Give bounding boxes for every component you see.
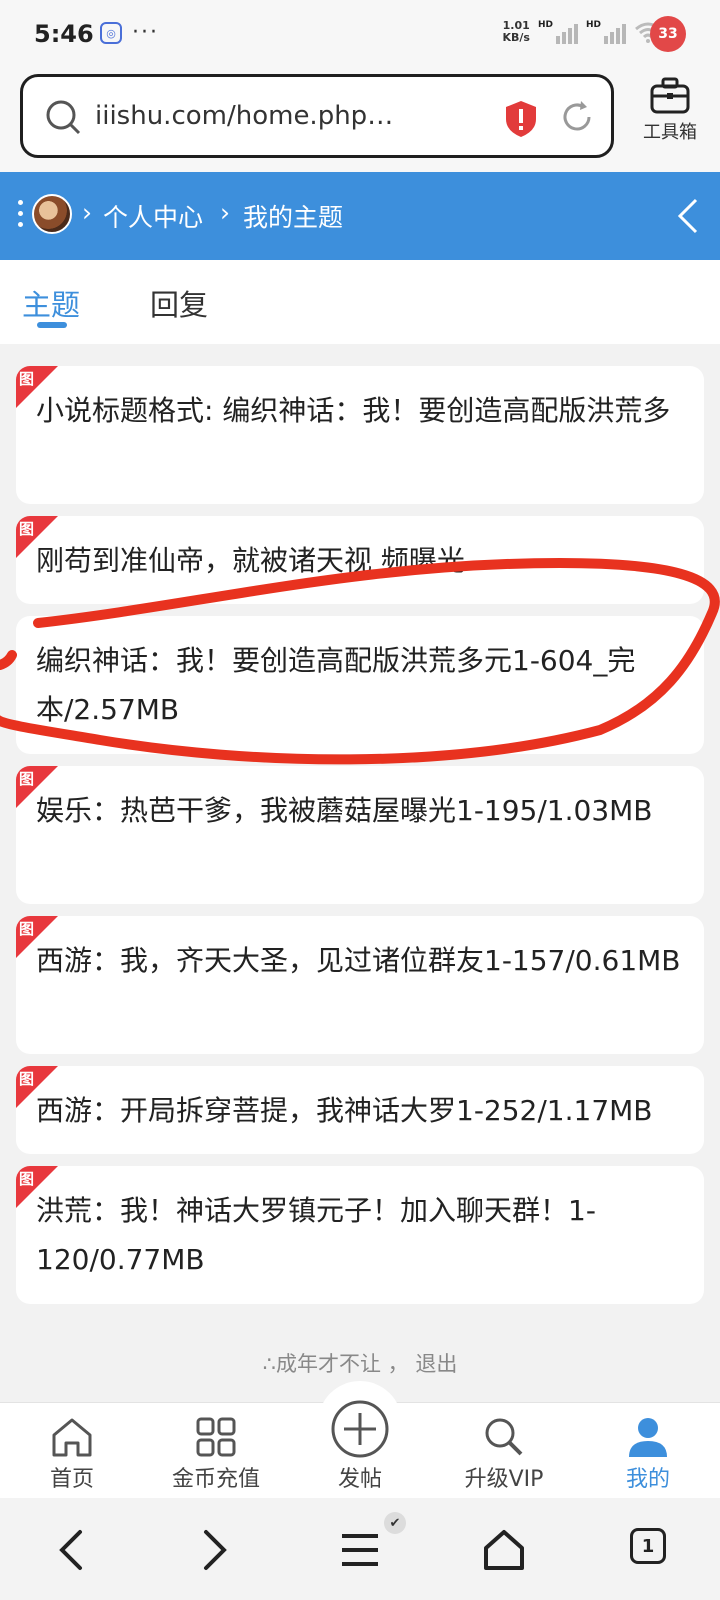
nav-post[interactable]: 发帖 <box>300 1399 420 1493</box>
url-text[interactable]: iiishu.com/home.php?mod=s... <box>95 101 395 131</box>
home-icon <box>52 1418 92 1457</box>
breadcrumb-separator-2: › <box>220 198 230 227</box>
grid-icon <box>196 1417 236 1457</box>
nav-recharge-label: 金币充值 <box>171 1467 260 1492</box>
site-header: › 个人中心 › 我的主题 <box>0 172 720 260</box>
system-nav: ✔ 1 <box>0 1498 720 1600</box>
signal-icon: HD <box>538 20 578 44</box>
list-item[interactable]: 图 西游：我，齐天大圣，见过诸位群友1-157/0.61MB <box>16 916 704 1054</box>
nav-upgrade-vip[interactable]: 升级VIP <box>444 1415 564 1493</box>
search-icon <box>485 1418 523 1456</box>
toolbox-icon <box>650 77 690 114</box>
footer-links[interactable]: ∴成年才不让 ， 退出 <box>0 1348 720 1378</box>
hd-label: HD <box>537 20 553 30</box>
thread-title[interactable]: 编织神话：我！要创造高配版洪荒多元1-604_完本/2.57MB <box>36 636 686 734</box>
menu-lines-icon[interactable] <box>336 1526 384 1574</box>
nav-home[interactable]: 首页 <box>12 1415 132 1493</box>
list-item[interactable]: 图 洪荒：我！神话大罗镇元子！加入聊天群！1-120/0.77MB <box>16 1166 704 1304</box>
menu-icon[interactable] <box>18 200 26 233</box>
list-item[interactable]: 图 娱乐：热芭干爹，我被蘑菇屋曝光1-195/1.03MB <box>16 766 704 904</box>
reload-icon[interactable] <box>559 99 595 135</box>
network-speed-unit: KB/s <box>502 31 530 44</box>
app-notification-icon: ◎ <box>100 22 122 44</box>
breadcrumb-personal-center[interactable]: 个人中心 <box>103 198 203 234</box>
breadcrumb-my-topics: 我的主题 <box>243 203 344 232</box>
chevron-left-icon[interactable] <box>676 196 700 236</box>
network-speed: 1.01 KB/s <box>502 20 529 44</box>
hd-label-2: HD <box>585 20 601 30</box>
list-item[interactable]: 编织神话：我！要创造高配版洪荒多元1-604_完本/2.57MB <box>16 616 704 754</box>
nav-upgrade-vip-label: 升级VIP <box>464 1467 544 1492</box>
plus-circle-icon <box>331 1400 389 1458</box>
shield-icon[interactable] <box>503 99 539 139</box>
thread-title[interactable]: 小说标题格式: 编织神话：我！要创造高配版洪荒多 <box>36 386 686 435</box>
nav-recharge[interactable]: 金币充值 <box>156 1415 276 1493</box>
more-notifications-icon: ··· <box>132 20 159 45</box>
nav-home-label: 首页 <box>49 1467 94 1492</box>
thread-title[interactable]: 西游：开局拆穿菩提，我神话大罗1-252/1.17MB <box>36 1086 686 1135</box>
tab-replies[interactable]: 回复 <box>150 282 208 324</box>
address-bar[interactable]: iiishu.com/home.php?mod=s... <box>20 74 614 158</box>
user-icon <box>629 1418 667 1457</box>
nav-mine[interactable]: 我的 <box>588 1415 708 1493</box>
status-bar: 5:46 ◎ ··· 1.01 KB/s HD HD 33 <box>0 0 720 68</box>
nav-post-label: 发帖 <box>337 1467 382 1492</box>
tab-topics[interactable]: 主题 <box>22 282 80 324</box>
battery-indicator: 33 <box>650 16 686 52</box>
list-item[interactable]: 图 刚苟到准仙帝，就被诸天视 频曝光 <box>16 516 704 604</box>
breadcrumb-separator: › <box>82 198 92 227</box>
list-item[interactable]: 图 西游：开局拆穿菩提，我神话大罗1-252/1.17MB <box>16 1066 704 1154</box>
toolbox-label: 工具箱 <box>643 122 697 143</box>
avatar[interactable] <box>32 194 72 234</box>
thread-title[interactable]: 洪荒：我！神话大罗镇元子！加入聊天群！1-120/0.77MB <box>36 1186 686 1284</box>
forward-arrow-icon[interactable] <box>190 1526 238 1574</box>
thread-title[interactable]: 刚苟到准仙帝，就被诸天视 频曝光 <box>36 536 686 585</box>
browser-toolbar: iiishu.com/home.php?mod=s... 工具箱 <box>0 68 720 172</box>
home-outline-icon[interactable] <box>480 1526 528 1574</box>
tab-active-indicator <box>37 322 67 328</box>
thread-title[interactable]: 娱乐：热芭干爹，我被蘑菇屋曝光1-195/1.03MB <box>36 786 686 835</box>
back-arrow-icon[interactable] <box>48 1526 96 1574</box>
list-item[interactable]: 图 小说标题格式: 编织神话：我！要创造高配版洪荒多 <box>16 366 704 504</box>
tab-bar: 主题 回复 <box>0 260 720 344</box>
status-time: 5:46 <box>34 20 94 48</box>
check-badge-icon: ✔ <box>384 1512 406 1534</box>
search-icon <box>46 100 81 135</box>
nav-mine-label: 我的 <box>625 1467 670 1492</box>
signal-icon-2: HD <box>586 20 626 44</box>
thread-title[interactable]: 西游：我，齐天大圣，见过诸位群友1-157/0.61MB <box>36 936 686 985</box>
bottom-nav: 首页 金币充值 发帖 升级VIP 我的 <box>0 1381 720 1498</box>
tabs-count-button[interactable]: 1 <box>630 1528 666 1564</box>
toolbox-button[interactable]: 工具箱 <box>632 76 708 144</box>
